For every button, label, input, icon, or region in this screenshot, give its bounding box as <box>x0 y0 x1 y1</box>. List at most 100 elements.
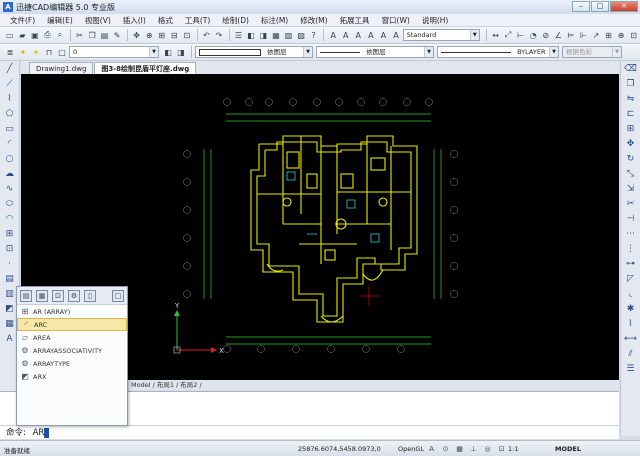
join-icon[interactable]: ⊶ <box>624 258 637 271</box>
copy-object-icon[interactable]: ❐ <box>624 78 637 91</box>
snap-icon[interactable]: ⊙ <box>440 443 451 454</box>
stretch-icon[interactable]: ⇲ <box>624 183 637 196</box>
pan-icon[interactable]: ✥ <box>131 29 143 41</box>
print-icon[interactable]: ⎙ <box>42 29 54 41</box>
line-icon[interactable]: ╱ <box>3 63 16 76</box>
menu-tools[interactable]: 工具(T) <box>185 15 210 26</box>
dim-continue-icon[interactable]: ⊩ <box>578 29 590 41</box>
move-icon[interactable]: ✥ <box>624 138 637 151</box>
text-style-select[interactable]: Standard ▼ <box>402 29 480 41</box>
design-center-icon[interactable]: ◨ <box>258 29 270 41</box>
lineweight-select[interactable]: BYLAYER ▼ <box>437 46 559 58</box>
layer-on-bulb-icon[interactable]: ✦ <box>17 46 29 58</box>
minimize-button[interactable]: – <box>572 1 590 12</box>
column-icon[interactable]: ▯ <box>84 289 96 302</box>
dim-radius-icon[interactable]: ◔ <box>527 29 539 41</box>
dim-angular-icon[interactable]: ∠ <box>553 29 565 41</box>
ortho-icon[interactable]: ⊥ <box>468 443 479 454</box>
insert-block-icon[interactable]: ⊞ <box>3 228 16 241</box>
leader-icon[interactable]: ↗ <box>590 29 602 41</box>
autocomplete-item-selected[interactable]: ◜ ARC <box>17 318 127 331</box>
maximize-button[interactable]: □ <box>591 1 609 12</box>
menu-modify[interactable]: 修改(M) <box>300 15 327 26</box>
linetype-select[interactable]: 依图层 ▼ <box>316 46 434 58</box>
layer-lock-icon[interactable]: ⊓ <box>43 46 55 58</box>
hatch-icon[interactable]: ▤ <box>3 273 16 286</box>
arc-icon[interactable]: ◜ <box>3 138 16 151</box>
break-icon[interactable]: ⋮ <box>624 243 637 256</box>
spline-icon[interactable]: ∿ <box>3 183 16 196</box>
color-select[interactable]: 依图层 ▼ <box>195 46 313 58</box>
osnap-icon[interactable]: ⊡ <box>496 443 507 454</box>
extend-icon[interactable]: ⊣ <box>624 213 637 226</box>
find-text-icon[interactable]: A <box>365 29 377 41</box>
autocomplete-item[interactable]: ▱ AREA <box>17 331 127 344</box>
help-icon[interactable]: ? <box>308 29 320 41</box>
menu-format[interactable]: 格式 <box>158 15 173 26</box>
center-mark-icon[interactable]: ⊕ <box>615 29 627 41</box>
doc-tab-drawing1[interactable]: Drawing1.dwg <box>29 62 94 74</box>
menu-dimension[interactable]: 标注(M) <box>261 15 288 26</box>
menu-insert[interactable]: 插入(I) <box>123 15 146 26</box>
layer-manager-icon[interactable]: ◧ <box>245 29 257 41</box>
block-icon[interactable]: ▧ <box>283 29 295 41</box>
save-icon[interactable]: ▣ <box>29 29 41 41</box>
print-preview-icon[interactable]: ⌕ <box>54 29 66 41</box>
menu-view[interactable]: 视图(V) <box>85 15 111 26</box>
undo-icon[interactable]: ↶ <box>201 29 213 41</box>
table-icon[interactable]: ▦ <box>3 318 16 331</box>
menu-extend-tools[interactable]: 拓展工具 <box>340 15 370 26</box>
dim-baseline-icon[interactable]: ⊨ <box>565 29 577 41</box>
renderer-label[interactable]: OpenGL <box>398 445 424 453</box>
autocomplete-item[interactable]: ⊞ AR (ARRAY) <box>17 305 127 318</box>
dim-ordinate-icon[interactable]: ⊢ <box>515 29 527 41</box>
app-icon[interactable]: A <box>3 2 13 12</box>
zoom-realtime-icon[interactable]: ⊕ <box>143 29 155 41</box>
doc-tab-active[interactable]: 图3-8绘制昆盾平灯座.dwg <box>94 62 197 74</box>
break-point-icon[interactable]: ⋯ <box>624 228 637 241</box>
rotate-icon[interactable]: ↻ <box>624 153 637 166</box>
new-file-icon[interactable]: ▭ <box>4 29 16 41</box>
polyline-icon[interactable]: ⌇ <box>3 93 16 106</box>
dim-linear-icon[interactable]: ↔ <box>490 29 502 41</box>
make-current-layer-icon[interactable]: ◧ <box>162 46 174 58</box>
autocomplete-item[interactable]: ⚙ ARRAYTYPE <box>17 357 127 370</box>
dim-diameter-icon[interactable]: ⊘ <box>540 29 552 41</box>
circle-icon[interactable]: ○ <box>3 153 16 166</box>
pedit-icon[interactable]: ⌇ <box>624 318 637 331</box>
align-icon[interactable]: ⫽ <box>624 348 637 361</box>
match-properties-icon[interactable]: ✎ <box>111 29 123 41</box>
point-icon[interactable]: · <box>3 258 16 271</box>
autocomplete-item[interactable]: ◩ ARX <box>17 370 127 383</box>
menu-file[interactable]: 文件(F) <box>10 15 35 26</box>
icon-view-icon[interactable]: ▦ <box>36 289 48 302</box>
tolerance-icon[interactable]: ⊞ <box>603 29 615 41</box>
make-block-icon[interactable]: ⊡ <box>3 243 16 256</box>
settings-icon[interactable]: ⚙ <box>68 289 80 302</box>
tool-palette-icon[interactable]: ▦ <box>270 29 282 41</box>
layer-freeze-sun-icon[interactable]: ☀ <box>30 46 42 58</box>
cut-icon[interactable]: ✂ <box>74 29 86 41</box>
pin-icon[interactable]: ⊡ <box>52 289 64 302</box>
trim-icon[interactable]: ✂ <box>624 198 637 211</box>
text-scale-icon[interactable]: A <box>390 29 402 41</box>
menu-window[interactable]: 窗口(W) <box>382 15 410 26</box>
dim-aligned-icon[interactable]: ⤢ <box>502 29 514 41</box>
array-icon[interactable]: ⊞ <box>624 123 637 136</box>
annotation-scale[interactable]: 1:1 <box>508 445 518 453</box>
xline-icon[interactable]: ⟋ <box>3 78 16 91</box>
paste-icon[interactable]: ▤ <box>99 29 111 41</box>
model-space-toggle[interactable]: MODEL <box>555 445 581 453</box>
open-folder-icon[interactable]: ▰ <box>17 29 29 41</box>
lengthen-icon[interactable]: ⟷ <box>624 333 637 346</box>
menu-edit[interactable]: 编辑(E) <box>47 15 73 26</box>
chamfer-icon[interactable]: ◸ <box>624 273 637 286</box>
rectangle-icon[interactable]: ▭ <box>3 123 16 136</box>
ellipse-arc-icon[interactable]: ◠ <box>3 213 16 226</box>
properties-panel-icon[interactable]: ☰ <box>624 363 637 376</box>
command-line[interactable]: 命令: AR <box>0 425 619 439</box>
layer-previous-icon[interactable]: ◨ <box>175 46 187 58</box>
zoom-previous-icon[interactable]: ⊟ <box>169 29 181 41</box>
mirror-icon[interactable]: ⇋ <box>624 93 637 106</box>
text-edit-icon[interactable]: A <box>353 29 365 41</box>
